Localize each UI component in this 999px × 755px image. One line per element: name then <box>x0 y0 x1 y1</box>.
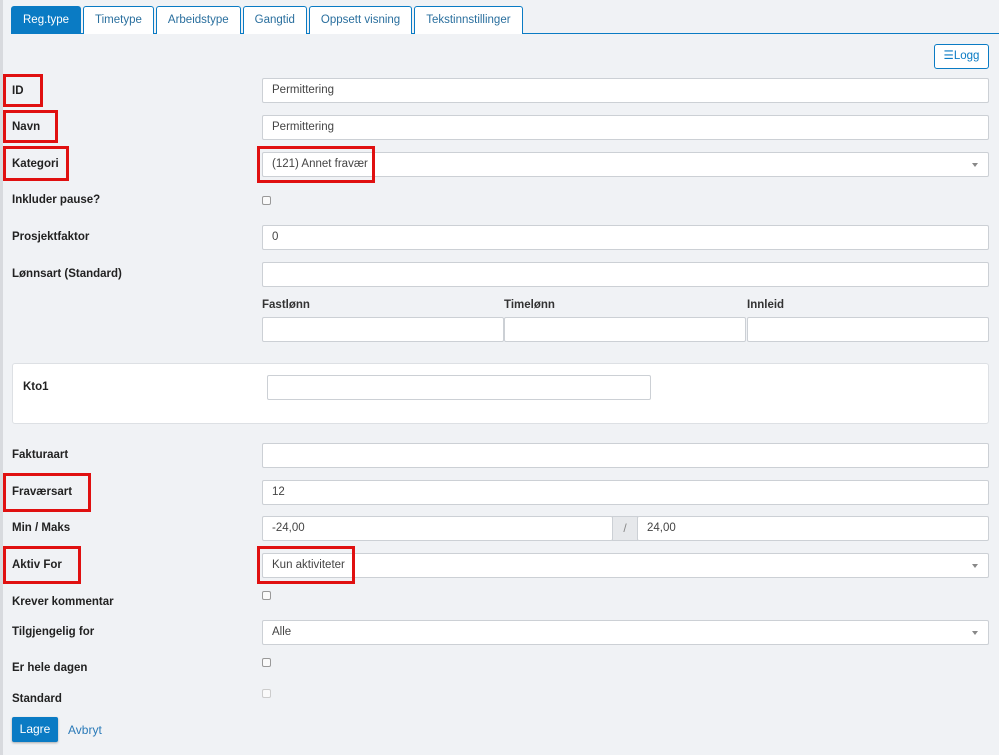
aktiv-for-label: Aktiv For <box>12 559 62 571</box>
tilgjengelig-for-label: Tilgjengelig for <box>12 626 95 638</box>
er-hele-dagen-label: Er hele dagen <box>12 662 88 674</box>
kto1-label: Kto1 <box>23 381 49 393</box>
fravaersart-label: Fraværsart <box>12 486 73 498</box>
tab-timetype[interactable]: Timetype <box>83 6 154 34</box>
standard-checkbox[interactable] <box>262 689 271 698</box>
navn-input[interactable]: Permittering <box>262 115 989 140</box>
logg-label: Logg <box>953 50 980 62</box>
id-input[interactable]: Permittering <box>262 78 989 103</box>
tab-bar: Reg.type Timetype Arbeidstype Gangtid Op… <box>11 6 999 34</box>
krever-kommentar-label: Krever kommentar <box>12 596 114 608</box>
lonnsart-label: Lønnsart (Standard) <box>12 268 122 280</box>
innleid-header: Innleid <box>747 299 785 311</box>
tab-oppsett-visning[interactable]: Oppsett visning <box>308 6 413 34</box>
timelonn-input[interactable] <box>504 317 746 342</box>
maks-input[interactable]: 24,00 <box>637 516 989 541</box>
fastlonn-input[interactable] <box>262 317 504 342</box>
er-hele-dagen-checkbox[interactable] <box>262 658 271 667</box>
prosjektfaktor-label: Prosjektfaktor <box>12 231 90 243</box>
list-icon: ☰ <box>943 50 954 62</box>
inkluder-pause-label: Inkluder pause? <box>12 194 101 206</box>
min-maks-separator: / <box>612 516 638 541</box>
fakturaart-label: Fakturaart <box>12 449 69 461</box>
navn-label: Navn <box>12 121 41 133</box>
logg-button[interactable]: ☰Logg <box>934 44 989 69</box>
min-input[interactable]: -24,00 <box>262 516 613 541</box>
tilgjengelig-for-select[interactable]: Alle <box>262 620 989 645</box>
left-edge <box>0 0 3 755</box>
cancel-link[interactable]: Avbryt <box>68 723 102 737</box>
tab-reg-type[interactable]: Reg.type <box>11 6 82 34</box>
fakturaart-input[interactable] <box>262 443 989 468</box>
timelonn-header: Timelønn <box>504 299 555 311</box>
lonnsart-input[interactable] <box>262 262 989 287</box>
inkluder-pause-checkbox[interactable] <box>262 196 271 205</box>
prosjektfaktor-input[interactable]: 0 <box>262 225 989 250</box>
save-button[interactable]: Lagre <box>12 717 58 742</box>
kategori-select[interactable]: (121) Annet fravær <box>262 152 989 177</box>
fastlonn-header: Fastlønn <box>262 299 310 311</box>
kto1-input[interactable] <box>267 375 651 400</box>
innleid-input[interactable] <box>747 317 989 342</box>
aktiv-for-select[interactable]: Kun aktiviteter <box>262 553 989 578</box>
tab-gangtid[interactable]: Gangtid <box>242 6 307 34</box>
min-maks-label: Min / Maks <box>12 522 71 534</box>
tab-arbeidstype[interactable]: Arbeidstype <box>155 6 241 34</box>
id-label: ID <box>12 85 24 97</box>
standard-label: Standard <box>12 693 62 705</box>
tab-tekstinnstillinger[interactable]: Tekstinnstillinger <box>414 6 523 34</box>
krever-kommentar-checkbox[interactable] <box>262 591 271 600</box>
fravaersart-input[interactable]: 12 <box>262 480 989 505</box>
kategori-label: Kategori <box>12 158 59 170</box>
